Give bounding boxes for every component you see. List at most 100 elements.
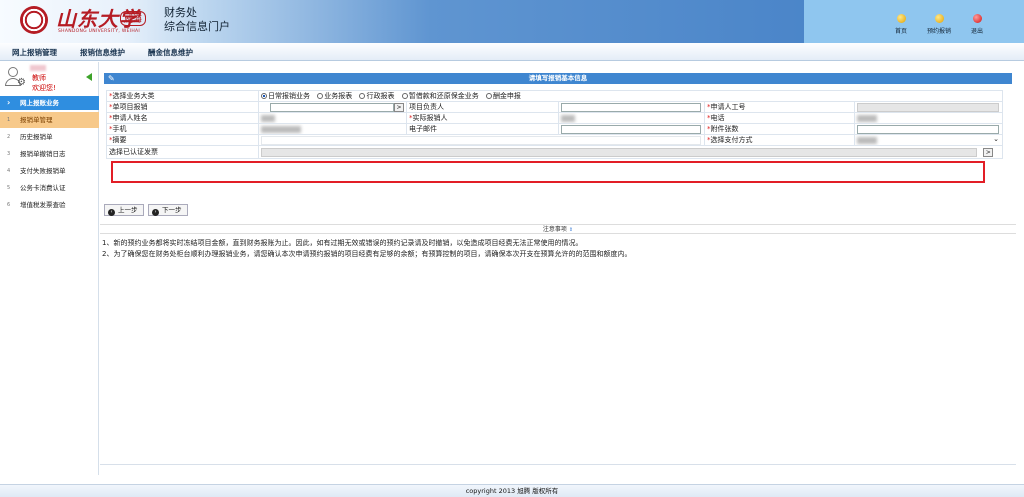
radio-loan-deposit[interactable]: 暂借款和还原保金业务 xyxy=(401,92,479,100)
chevron-down-icon[interactable]: ⌄ xyxy=(993,136,999,144)
form-row-summary: *摘要 *选择支付方式 ⌄ xyxy=(106,134,1004,146)
email-label: 电子邮件 xyxy=(406,123,559,135)
business-type-options: 日常报销业务 业务报表 行政报表 暂借款和还原保金业务 酬金申报 xyxy=(257,90,1004,102)
blurred-applicant-name xyxy=(261,114,275,122)
gear-icon: ⚙ xyxy=(17,77,26,88)
invoice-input[interactable] xyxy=(261,147,977,157)
mobile-cell xyxy=(258,123,407,135)
payment-method-cell: ⌄ xyxy=(853,134,1004,146)
mobile-label: *手机 xyxy=(106,123,259,135)
logout-nav-button[interactable]: 退出 xyxy=(962,14,992,35)
single-project-cell: > xyxy=(258,101,407,113)
form-row-invoice: 选择已认证发票 > xyxy=(106,145,1004,159)
home-nav-button[interactable]: 首页 xyxy=(886,14,916,35)
project-picker-button[interactable]: > xyxy=(394,102,404,112)
notes-title: 注意事项 xyxy=(542,226,567,233)
applicant-id-cell xyxy=(853,101,1004,113)
sidebar-item-history[interactable]: 2 历史报销单 xyxy=(0,129,99,145)
prev-arrow-icon: ‹ xyxy=(108,209,115,216)
phone-label: *电话 xyxy=(704,112,855,124)
project-leader-input[interactable] xyxy=(561,102,701,112)
invoice-highlight-box xyxy=(111,161,985,183)
logout-nav-label: 退出 xyxy=(970,28,983,35)
form-title-bar: ✎ 请填写报销基本信息 xyxy=(104,73,1012,84)
sidebar-item-number: 2 xyxy=(7,134,11,140)
applicant-name-label: *申请人姓名 xyxy=(106,112,259,124)
avatar: ⚙ xyxy=(5,67,27,89)
collapse-arrow-icon[interactable] xyxy=(86,73,92,81)
blurred-mobile xyxy=(261,125,301,133)
sidebar-item-label: 公务卡消费认证 xyxy=(20,184,66,192)
menu-remuneration-info[interactable]: 酬金信息维护 xyxy=(148,47,193,58)
chevron-right-icon: › xyxy=(7,98,11,107)
summary-label: *摘要 xyxy=(106,134,259,146)
university-english-name: SHANDONG UNIVERSITY, WEIHAI xyxy=(58,29,141,34)
sidebar-section-online-business[interactable]: › 网上报账业务 xyxy=(0,96,99,110)
sidebar-item-number: 5 xyxy=(7,185,11,191)
avatar-head-icon xyxy=(8,67,18,77)
email-input[interactable] xyxy=(561,124,701,134)
form-row-contact: *手机 电子邮件 *附件张数 xyxy=(106,123,1004,135)
header: 山东大学 威海 SHANDONG UNIVERSITY, WEIHAI 财务处 … xyxy=(0,0,1024,43)
summary-input[interactable] xyxy=(261,135,701,145)
reserve-nav-button[interactable]: 预约报销 xyxy=(924,14,954,35)
radio-icon xyxy=(401,93,408,99)
pencil-icon: ✎ xyxy=(108,74,115,83)
blurred-phone xyxy=(857,114,877,122)
notes-header[interactable]: 注意事项 ⇕ xyxy=(100,224,1016,234)
phone-cell xyxy=(853,112,1004,124)
radio-icon xyxy=(317,93,324,99)
step-buttons: ‹ 上一步 › 下一步 xyxy=(104,204,190,216)
applicant-name-cell xyxy=(258,112,407,124)
radio-business-report[interactable]: 业务报表 xyxy=(317,92,352,100)
menu-online-reimbursement[interactable]: 网上报销管理 xyxy=(12,47,57,58)
sidebar-item-label: 增值税发票查验 xyxy=(20,201,66,209)
content-divider xyxy=(100,464,1016,465)
applicant-id-input[interactable] xyxy=(857,102,999,112)
top-menu-bar: 网上报销管理 报销信息维护 酬金信息维护 xyxy=(0,43,1024,61)
campus-badge: 威海 xyxy=(120,11,147,26)
summary-cell xyxy=(258,134,705,146)
attachments-input[interactable] xyxy=(857,124,999,134)
radio-daily-reimbursement[interactable]: 日常报销业务 xyxy=(261,92,310,100)
blurred-user-name xyxy=(30,65,46,71)
sidebar-item-reimbursement-management[interactable]: 1 报销单管理 xyxy=(0,112,99,128)
footer: copyright 2013 旭腾 版权所有 xyxy=(0,484,1024,497)
user-role: 教师 xyxy=(32,74,46,82)
attachments-label: *附件张数 xyxy=(704,123,855,135)
sidebar-item-card-auth[interactable]: 5 公务卡消费认证 xyxy=(0,180,99,196)
radio-icon xyxy=(359,93,366,99)
payment-method-label: *选择支付方式 xyxy=(704,134,855,146)
home-dot-icon xyxy=(896,14,906,23)
project-leader-cell xyxy=(558,101,705,113)
sidebar-item-number: 4 xyxy=(7,168,11,174)
attachments-cell xyxy=(853,123,1004,135)
next-arrow-icon: › xyxy=(152,209,160,216)
radio-admin-report[interactable]: 行政报表 xyxy=(359,92,394,100)
form-row-applicant: *申请人姓名 *实际报销人 *电话 xyxy=(106,112,1004,124)
sidebar-item-vat-check[interactable]: 6 增值税发票查验 xyxy=(0,197,99,213)
single-project-input[interactable] xyxy=(270,102,394,112)
logout-dot-icon xyxy=(972,14,982,23)
radio-remuneration[interactable]: 酬金申报 xyxy=(485,92,521,100)
blurred-reimburser-name xyxy=(561,114,575,122)
sidebar-item-label: 历史报销单 xyxy=(20,133,53,141)
business-type-label: *选择业务大类 xyxy=(106,90,259,102)
prev-step-button[interactable]: ‹ 上一步 xyxy=(104,204,144,216)
invoice-picker-button[interactable]: > xyxy=(983,147,994,157)
radio-icon xyxy=(485,93,492,99)
sidebar-item-number: 6 xyxy=(7,202,11,208)
reimbursement-form: *选择业务大类 日常报销业务 业务报表 行政报表 暂借款和还原保金业务 酬金申报… xyxy=(106,90,1004,159)
sidebar-item-payment-failed[interactable]: 4 支付失败报销单 xyxy=(0,163,99,179)
email-cell xyxy=(558,123,705,135)
expand-toggle-icon[interactable]: ⇕ xyxy=(569,227,573,233)
menu-reimbursement-info[interactable]: 报销信息维护 xyxy=(80,47,125,58)
next-step-button[interactable]: › 下一步 xyxy=(148,204,188,216)
copyright-text: copyright 2013 旭腾 版权所有 xyxy=(465,487,559,495)
portal-title: 财务处 综合信息门户 xyxy=(164,6,230,34)
university-seal-logo xyxy=(20,6,48,34)
sidebar-item-revoke-log[interactable]: 3 报销单撤销日志 xyxy=(0,146,99,162)
project-leader-label: 项目负责人 xyxy=(406,101,559,113)
sidebar-item-number: 1 xyxy=(7,117,11,123)
invoice-label: 选择已认证发票 xyxy=(106,145,259,159)
